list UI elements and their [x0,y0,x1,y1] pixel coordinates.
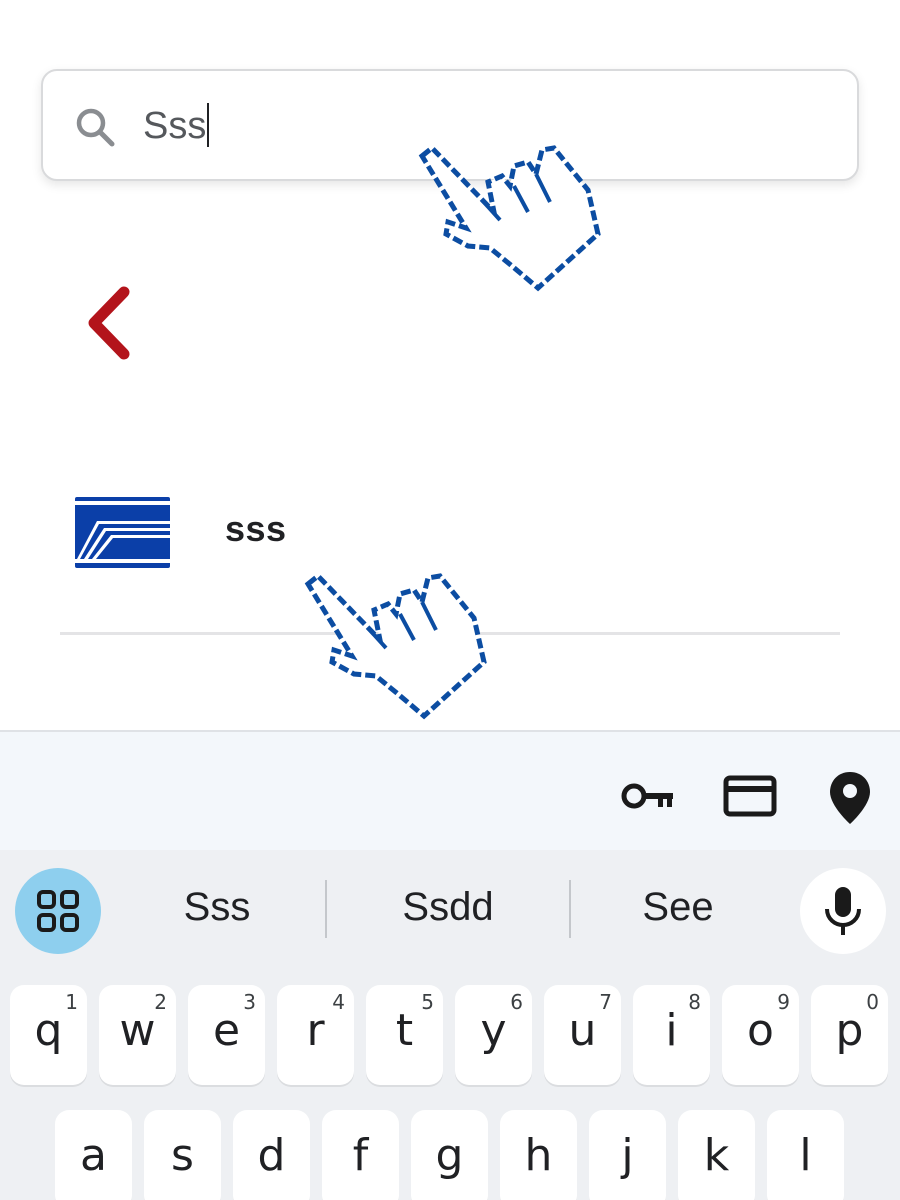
key-letter: d [257,1130,286,1181]
key-k[interactable]: k [678,1110,755,1200]
key-o[interactable]: 9o [722,985,799,1085]
hand-pointer-icon [418,144,601,292]
key-icon[interactable] [620,772,676,820]
key-a[interactable]: a [55,1110,132,1200]
suggestion-2[interactable]: Ssdd [348,885,548,930]
suggestion-bar: Sss Ssdd See [0,850,900,975]
key-g[interactable]: g [411,1110,488,1200]
search-icon [76,108,115,147]
key-w[interactable]: 2w [99,985,176,1085]
key-f[interactable]: f [322,1110,399,1200]
key-h[interactable]: h [500,1110,577,1200]
sss-logo [75,497,170,568]
key-letter: p [835,1005,864,1056]
apps-button[interactable] [15,868,101,954]
key-letter: s [171,1130,194,1181]
microphone-icon [825,887,861,935]
key-s[interactable]: s [144,1110,221,1200]
key-letter: a [80,1130,107,1181]
key-letter: f [352,1130,369,1181]
search-input-value: Sss [143,105,207,147]
credit-card-icon[interactable] [722,772,778,820]
key-y[interactable]: 6y [455,985,532,1085]
key-i[interactable]: 8i [633,985,710,1085]
suggestion-separator [569,880,571,938]
on-screen-keyboard: Sss Ssdd See 1q2w3e4r5t6y7u8i9o0p a s d f g h… [0,730,900,1200]
key-letter: k [703,1130,730,1181]
location-pin-icon[interactable] [822,768,878,826]
search-result-label: sss [225,508,287,549]
chevron-left-icon[interactable] [76,276,146,370]
key-letter: l [799,1130,812,1181]
key-e[interactable]: 3e [188,985,265,1085]
autofill-bar [0,732,900,850]
key-letter: o [747,1005,774,1056]
key-u[interactable]: 7u [544,985,621,1085]
suggestion-3[interactable]: See [578,885,778,930]
key-j[interactable]: j [589,1110,666,1200]
key-letter: w [119,1005,156,1056]
search-result-item[interactable]: sss [60,480,840,580]
key-l[interactable]: l [767,1110,844,1200]
key-letter: e [212,1005,241,1056]
key-letter: y [480,1005,507,1056]
suggestion-separator [325,880,327,938]
key-p[interactable]: 0p [811,985,888,1085]
text-caret [207,102,210,147]
key-q[interactable]: 1q [10,985,87,1085]
key-r[interactable]: 4r [277,985,354,1085]
key-d[interactable]: d [233,1110,310,1200]
key-letter: j [621,1130,634,1181]
key-letter: h [524,1130,553,1181]
voice-input-button[interactable] [800,868,886,954]
key-letter: u [568,1005,597,1056]
key-letter: q [34,1005,63,1056]
hand-pointer-icon [304,572,487,720]
suggestion-1[interactable]: Sss [117,885,317,930]
key-t[interactable]: 5t [366,985,443,1085]
key-letter: r [306,1005,325,1056]
key-letter: t [395,1005,414,1056]
key-letter: i [665,1005,678,1056]
grid-icon [37,890,79,932]
key-letter: g [435,1130,464,1181]
